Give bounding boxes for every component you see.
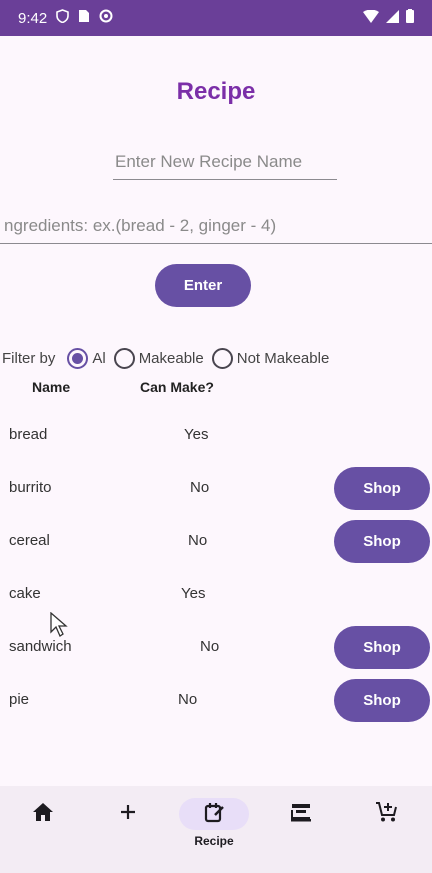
nav-icon-container [179,798,249,830]
radio-button[interactable] [113,347,135,369]
can-make-value: Yes [181,585,206,602]
filter-label: Filter by [2,349,56,367]
filter-row: Filter by Al Makeable Not Makeable [2,344,337,372]
can-make-value: No [190,479,210,496]
can-make-value: No [200,638,220,655]
radio-button[interactable] [211,347,233,369]
recipe-name: pie [9,691,30,708]
recipe-name: cereal [9,532,50,549]
signal-icon [386,9,399,27]
recipe-name: bread [9,426,48,443]
filter-option-makeable[interactable]: Makeable [113,347,204,369]
enter-button[interactable]: Enter [155,264,251,307]
can-make-value: Yes [184,426,209,443]
nav-icon-container [8,798,78,830]
filter-option-label: Al [92,349,106,367]
home-icon [32,802,54,827]
table-row: burrito No Shop [0,467,432,511]
status-bar: 9:42 [0,0,432,36]
add-to-cart-icon [375,801,399,828]
recipe-name-input[interactable] [113,144,337,180]
filter-option-not-makeable[interactable]: Not Makeable [211,347,330,369]
kitchen-icon [290,802,312,827]
radio-button-checked[interactable] [67,347,89,369]
mouse-cursor-icon [50,611,68,643]
nav-item-home[interactable] [0,786,86,873]
table-row: cereal No Shop [0,520,432,564]
status-left: 9:42 [18,9,113,27]
table-row: bread Yes [0,414,432,458]
sync-icon [99,9,113,27]
battery-icon [406,9,414,27]
nav-item-recipe[interactable]: Recipe [171,786,257,873]
status-time: 9:42 [18,9,48,27]
recipe-name: cake [9,585,41,602]
table-row: cake Yes [0,573,432,617]
page-title: Recipe [176,78,256,105]
filter-option-label: Not Makeable [236,349,330,367]
shop-button[interactable]: Shop [334,520,430,563]
recipe-name: burrito [9,479,52,496]
column-header-can-make: Can Make? [140,379,214,395]
nav-icon-container [93,798,163,830]
wifi-icon [363,9,379,27]
shield-icon [56,9,70,27]
nav-icon-container [352,798,422,830]
filter-option-label: Makeable [138,349,204,367]
status-right [363,9,414,27]
nav-item-cart[interactable] [344,786,430,873]
nav-item-kitchen[interactable] [258,786,344,873]
nav-item-add[interactable] [85,786,171,873]
filter-option-all[interactable]: Al [67,347,106,369]
recipe-icon [203,801,225,828]
nav-label: Recipe [194,834,234,848]
plus-icon [119,803,137,826]
ingredients-input[interactable] [0,208,432,244]
can-make-value: No [178,691,198,708]
sim-card-icon [78,9,90,27]
column-header-name: Name [32,379,71,395]
shop-button[interactable]: Shop [334,679,430,722]
table-row: pie No Shop [0,679,432,723]
shop-button[interactable]: Shop [334,626,430,669]
can-make-value: No [188,532,208,549]
bottom-navigation: Recipe [0,786,432,873]
nav-icon-container [266,798,336,830]
shop-button[interactable]: Shop [334,467,430,510]
